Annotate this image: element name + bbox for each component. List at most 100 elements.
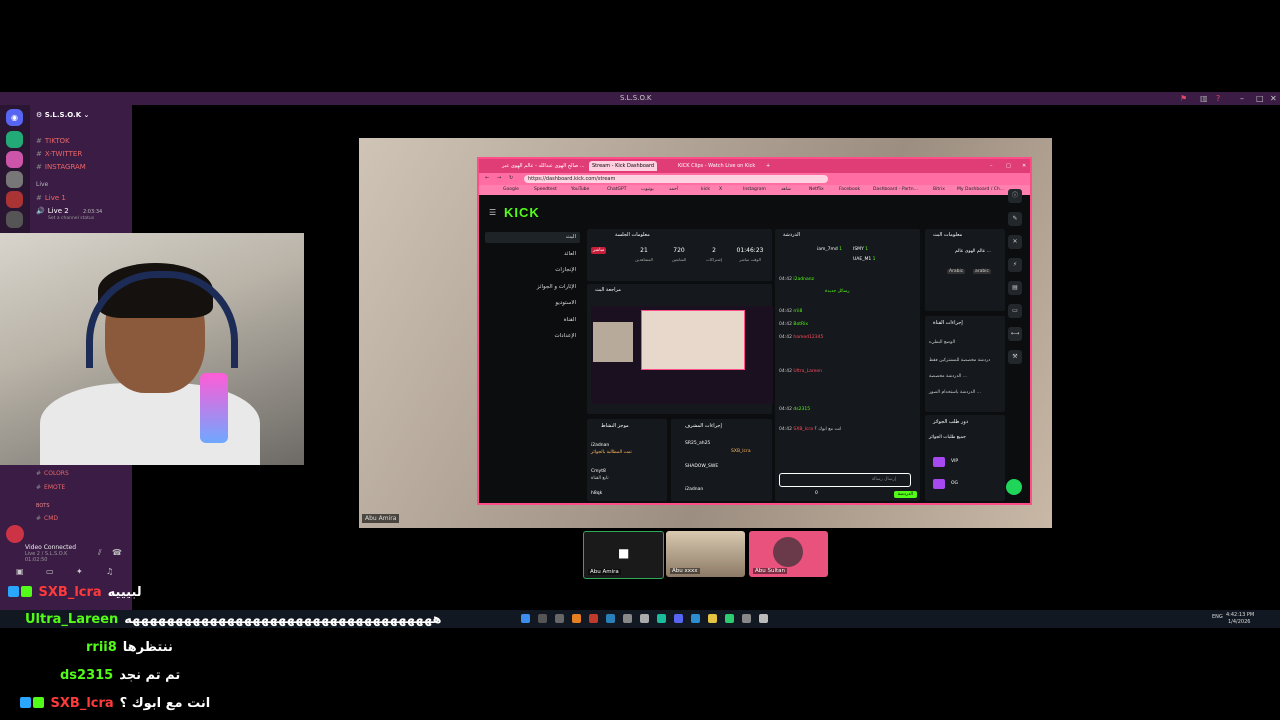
clock-date[interactable]: 1/4/2026 — [1228, 619, 1250, 625]
call-tile[interactable]: ■ Abu Amira — [583, 531, 664, 579]
url-field[interactable]: https://dashboard.kick.com/stream — [524, 175, 828, 183]
search-icon[interactable] — [538, 614, 547, 623]
chat-icon[interactable]: ▭ — [1008, 304, 1022, 318]
bookmark-item[interactable]: Dashboard - Partn... — [873, 187, 918, 192]
close-icon[interactable]: ✕ — [1019, 161, 1029, 171]
reward-vip[interactable]: VIP — [951, 459, 958, 464]
maximize-icon[interactable]: □ — [1003, 161, 1014, 171]
channel-item-instagram[interactable]: # INSTAGRAM — [36, 163, 86, 171]
browser-tab[interactable]: KICK Clips - Watch Live on Kick — [675, 161, 758, 171]
disconnect-icon[interactable]: ☎ — [112, 548, 122, 557]
channel-item-emote[interactable]: # EMOTE — [36, 484, 65, 491]
folder-icon[interactable] — [708, 614, 717, 623]
channel-item-tiktok[interactable]: # TIKTOK — [36, 137, 70, 145]
bolt-icon[interactable]: ⚡ — [1008, 258, 1022, 272]
bookmark-item[interactable]: YouTube — [571, 187, 589, 192]
pen-icon[interactable]: ✎ — [1008, 212, 1022, 226]
voice-channel-live-1[interactable]: # Live 1 — [36, 194, 66, 202]
category-bots[interactable]: BOTS — [36, 503, 50, 509]
bookmark-item[interactable]: أحمد — [669, 187, 678, 192]
nav-achievements[interactable]: الإنجازات — [485, 265, 580, 276]
new-tab-icon[interactable]: + — [763, 161, 773, 171]
bookmark-item[interactable]: Speedtest — [534, 187, 557, 192]
settings-icon[interactable] — [640, 614, 649, 623]
close-icon[interactable]: ✕ — [1270, 94, 1277, 103]
support-fab-icon[interactable] — [1006, 479, 1022, 495]
clock-time[interactable]: 4:42:13 PM — [1226, 612, 1254, 618]
tag-chip[interactable]: Arabic — [947, 269, 966, 274]
app-icon[interactable] — [623, 614, 632, 623]
voice-channel-live-2[interactable]: 🔊 Live 2 2:03:34 — [36, 207, 102, 215]
activity-icon[interactable]: ✦ — [76, 567, 83, 576]
camera-icon[interactable]: ▣ — [16, 567, 24, 576]
server-icon[interactable] — [6, 131, 23, 148]
bookmark-item[interactable]: Instagram — [743, 187, 766, 192]
nav-stream[interactable]: البث — [485, 232, 580, 243]
stream-preview[interactable] — [591, 306, 773, 404]
discord-icon[interactable] — [674, 614, 683, 623]
bookmark-item[interactable]: ChatGPT — [607, 187, 626, 192]
inbox-icon[interactable]: ⚑ — [1180, 94, 1187, 103]
app-icon[interactable] — [759, 614, 768, 623]
avatar[interactable] — [6, 525, 24, 543]
call-tile[interactable]: Abu Sultan — [749, 531, 828, 577]
nav-revenue[interactable]: العائد — [485, 249, 580, 260]
nav-rewards[interactable]: الإثارات و الجوائز — [485, 282, 580, 293]
channel-item-cmd[interactable]: # CMD — [36, 515, 58, 522]
nav-studio[interactable]: الاستوديو — [485, 298, 580, 309]
category-live[interactable]: Live — [36, 181, 48, 188]
info-icon[interactable]: ⓘ — [1008, 189, 1022, 203]
code-icon[interactable]: ⟷ — [1008, 327, 1022, 341]
task-view-icon[interactable] — [555, 614, 564, 623]
server-icon[interactable] — [6, 211, 23, 228]
minimize-icon[interactable]: – — [987, 161, 996, 171]
help-icon[interactable]: ? — [1216, 94, 1220, 103]
app-icon[interactable] — [725, 614, 734, 623]
bookmark-item[interactable]: Facebook — [839, 187, 860, 192]
channel-action[interactable]: الدردشة مخصصة ... — [929, 374, 967, 379]
channel-item-x-twitter[interactable]: # X-TWITTER — [36, 150, 82, 158]
back-icon[interactable]: ← — [485, 175, 489, 181]
call-tile[interactable]: Abu xxxx — [666, 531, 745, 577]
kick-logo[interactable]: KICK — [504, 205, 540, 220]
app-icon[interactable] — [742, 614, 751, 623]
maximize-icon[interactable]: □ — [1256, 94, 1264, 103]
app-icon[interactable] — [657, 614, 666, 623]
menu-icon[interactable]: ☰ — [489, 208, 496, 217]
chat-send-button[interactable]: الدردشة — [893, 491, 917, 498]
pin-icon[interactable]: ▥ — [1200, 94, 1208, 103]
wrench-icon[interactable]: ⚒ — [1008, 350, 1022, 364]
server-icon[interactable] — [6, 151, 23, 168]
app-icon[interactable] — [572, 614, 581, 623]
channel-action[interactable]: الوضع البطيء — [929, 340, 955, 345]
bookmark-item[interactable]: يوتيوب — [641, 187, 654, 192]
bookmark-item[interactable]: X — [719, 187, 722, 192]
bookmark-item[interactable]: kick — [701, 187, 710, 192]
bookmark-item[interactable]: Bitrix — [933, 187, 945, 192]
discord-home-icon[interactable]: ◉ — [6, 109, 23, 126]
bookmark-item[interactable]: Google — [503, 187, 519, 192]
bookmark-item[interactable]: My Dashboard / Ch... — [957, 187, 1004, 192]
nav-settings[interactable]: الإعدادات — [485, 331, 580, 342]
tag-chip[interactable]: arabic — [973, 269, 991, 274]
tool-icon[interactable]: ✕ — [1008, 235, 1022, 249]
browser-tab-active[interactable]: Stream - Kick Dashboard — [589, 161, 658, 171]
app-icon[interactable] — [691, 614, 700, 623]
screen-share-icon[interactable]: ▭ — [46, 567, 54, 576]
voice-status-hint[interactable]: Set a channel status — [48, 216, 94, 221]
chat-input[interactable]: إرسال رسالة — [779, 473, 911, 487]
reward-og[interactable]: OG — [951, 481, 958, 486]
doc-icon[interactable]: ▤ — [1008, 281, 1022, 295]
forward-icon[interactable]: → — [497, 175, 501, 181]
bookmark-item[interactable]: Netflix — [809, 187, 824, 192]
language-indicator[interactable]: ENG — [1212, 614, 1223, 620]
server-name[interactable]: ⚙ S.L.S.O.K ⌄ — [36, 111, 89, 119]
minimize-icon[interactable]: – — [1240, 94, 1244, 103]
reload-icon[interactable]: ↻ — [509, 175, 513, 181]
server-icon[interactable] — [6, 171, 23, 188]
server-icon[interactable] — [6, 191, 23, 208]
nav-channel[interactable]: القناة — [485, 315, 580, 326]
signal-icon[interactable]: ⫽ — [98, 548, 102, 558]
channel-item-colors[interactable]: # COLORS — [36, 470, 69, 477]
browser-tab[interactable]: صالح الهوى عبدالله - عالم الهوى عبر ... — [499, 161, 588, 171]
